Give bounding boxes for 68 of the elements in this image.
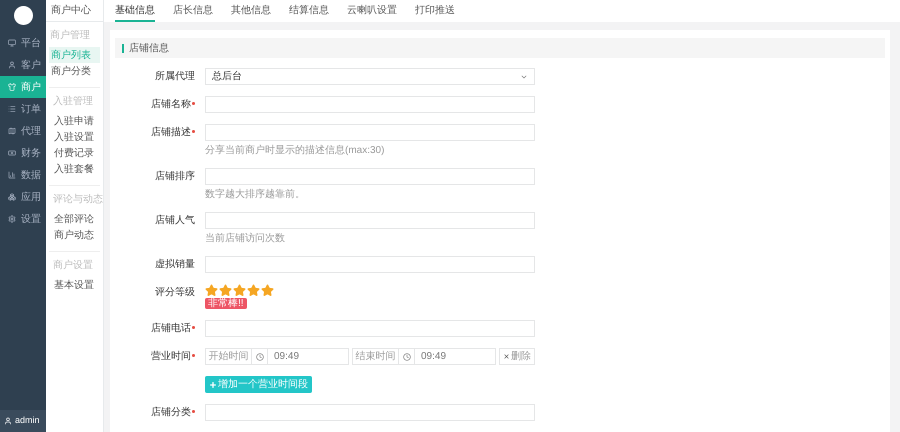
- monitor-icon: [8, 39, 16, 47]
- text-input-field[interactable]: [205, 96, 535, 113]
- tab[interactable]: 店长信息: [173, 0, 213, 22]
- field-label: 店铺名称: [151, 98, 191, 112]
- sidebar-item[interactable]: 数据: [0, 164, 46, 186]
- text-input-field[interactable]: [205, 404, 535, 421]
- sub-nav-item[interactable]: 付费记录: [52, 145, 97, 161]
- sidebar-item[interactable]: 代理: [0, 120, 46, 142]
- star-icon[interactable]: [247, 284, 260, 297]
- text-input-field[interactable]: [205, 212, 535, 229]
- user-icon: [4, 417, 12, 425]
- field-label: 店铺电话: [151, 322, 191, 336]
- field-label: 所属代理: [155, 70, 195, 84]
- text-input-field[interactable]: [205, 320, 535, 337]
- sidebar-item[interactable]: 平台: [0, 32, 46, 54]
- group-heading: 商户管理: [49, 30, 91, 42]
- star-icon[interactable]: [233, 284, 246, 297]
- bar-chart-icon: [8, 171, 16, 179]
- boxes-icon: [8, 193, 16, 201]
- agent-select[interactable]: 总后台: [205, 68, 535, 85]
- banknote-icon: [8, 149, 16, 157]
- field-hint: 分享当前商户时显示的描述信息(max:30): [205, 145, 386, 157]
- sub-nav-item[interactable]: 基本设置: [52, 277, 97, 293]
- star-icon[interactable]: [219, 284, 232, 297]
- field-hint: 当前店铺访问次数: [205, 233, 286, 245]
- user-bar[interactable]: admin: [0, 410, 46, 432]
- sidebar-item[interactable]: 设置: [0, 208, 46, 230]
- sub-nav-item[interactable]: 入驻套餐: [52, 161, 97, 177]
- field-label: 店铺描述: [151, 126, 191, 140]
- text-input-field[interactable]: [205, 124, 535, 141]
- group-heading: 入驻管理: [52, 96, 94, 108]
- map-icon: [8, 127, 16, 135]
- shirt-icon: [8, 83, 16, 91]
- text-input-field[interactable]: [205, 256, 535, 273]
- tab[interactable]: 其他信息: [231, 0, 271, 22]
- field-label: 虚拟销量: [155, 258, 195, 272]
- field-hint: 数字越大排序越靠前。: [205, 189, 306, 201]
- group-heading: 评论与动态: [52, 194, 104, 206]
- sub-nav-item[interactable]: 入驻设置: [52, 129, 97, 145]
- field-label: 营业时间: [151, 350, 191, 364]
- list-icon: [8, 105, 16, 113]
- sidebar-item[interactable]: 应用: [0, 186, 46, 208]
- group-heading: 商户设置: [52, 260, 94, 272]
- tab[interactable]: 云喇叭设置: [347, 0, 397, 22]
- sub-sidebar-title: 商户中心: [51, 4, 91, 18]
- sub-nav-item[interactable]: 全部评论: [52, 211, 97, 227]
- field-label: 店铺排序: [155, 170, 195, 184]
- star-icon[interactable]: [205, 284, 218, 297]
- sidebar-item[interactable]: 财务: [0, 142, 46, 164]
- sidebar-item[interactable]: 客户: [0, 54, 46, 76]
- settings-icon: [8, 215, 16, 223]
- field-label: 评分等级: [155, 286, 195, 300]
- user-icon: [8, 61, 16, 69]
- sub-nav-item[interactable]: 商户分类: [49, 63, 100, 79]
- plus-icon: [209, 380, 217, 388]
- rating-badge: 非常棒!!: [205, 298, 247, 309]
- field-label: 店铺人气: [155, 214, 195, 228]
- close-icon: [503, 353, 510, 360]
- section-title: 店铺信息: [129, 42, 169, 56]
- text-input-field[interactable]: [205, 168, 535, 185]
- tab[interactable]: 打印推送: [415, 0, 455, 22]
- sub-nav-item[interactable]: 商户动态: [52, 227, 97, 243]
- sub-nav-item[interactable]: 入驻申请: [52, 113, 97, 129]
- sidebar-item[interactable]: 订单: [0, 98, 46, 120]
- tab[interactable]: 基础信息: [115, 0, 155, 22]
- field-label: 店铺分类: [151, 406, 191, 420]
- star-icon[interactable]: [261, 284, 274, 297]
- tab[interactable]: 结算信息: [289, 0, 329, 22]
